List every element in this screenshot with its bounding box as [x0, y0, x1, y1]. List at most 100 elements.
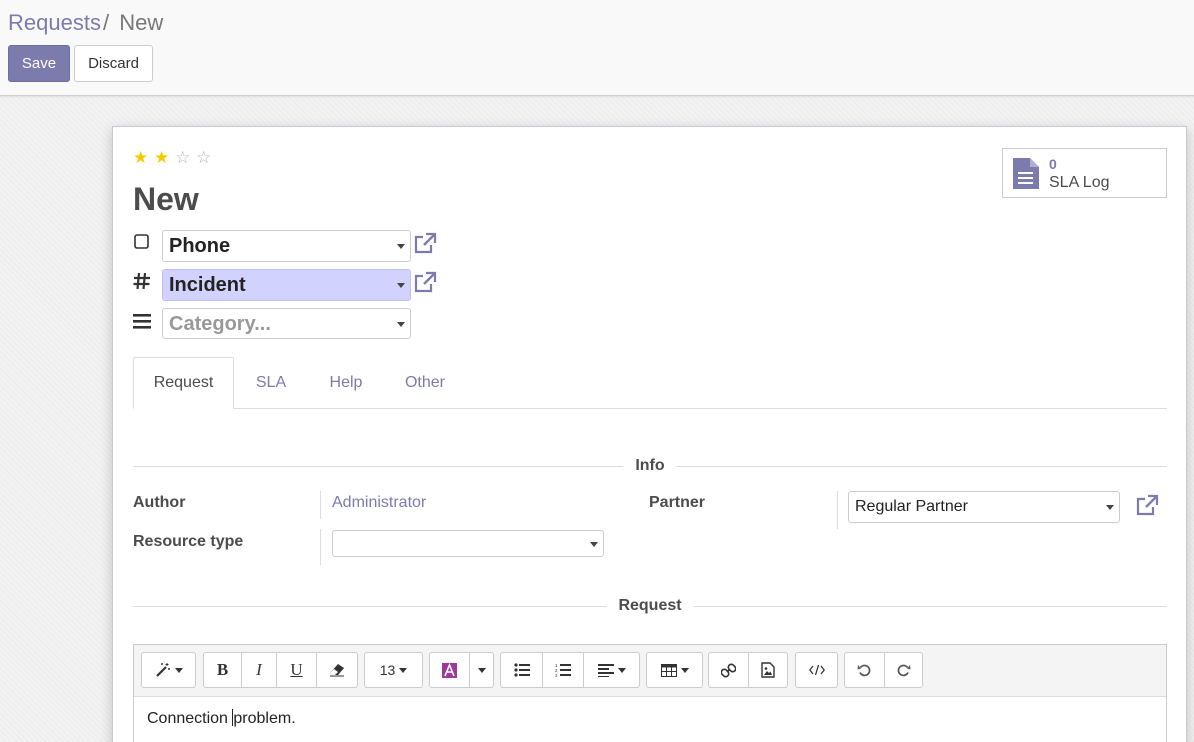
type-value: Incident — [169, 274, 246, 296]
hash-icon — [133, 272, 150, 290]
discard-button[interactable]: Discard — [74, 45, 153, 82]
magic-wand-icon — [155, 663, 170, 677]
form-sheet: ★ ★ ☆ ☆ 0 SLA Log New Phone Incident Cat… — [112, 126, 1187, 742]
font-color-icon — [442, 662, 457, 678]
style-dropdown-button[interactable] — [141, 652, 196, 688]
star-3-icon[interactable]: ☆ — [175, 149, 196, 167]
star-4-icon[interactable]: ☆ — [196, 149, 217, 167]
type-select[interactable]: Incident — [162, 269, 411, 301]
table-dropdown-button[interactable] — [646, 652, 703, 688]
divider — [837, 491, 838, 529]
star-2-icon[interactable]: ★ — [154, 149, 175, 167]
code-view-button[interactable] — [795, 652, 838, 688]
request-editor: B I U 13 1 2 3 Connection problem. — [133, 644, 1167, 742]
channel-select[interactable]: Phone — [162, 230, 411, 262]
request-section-title: Request — [606, 596, 694, 616]
eraser-icon — [330, 664, 344, 677]
table-group — [646, 652, 703, 688]
record-title: New — [133, 181, 199, 217]
sla-log-count: 0 — [1049, 156, 1057, 172]
chevron-down-icon — [477, 667, 486, 673]
code-icon — [808, 664, 825, 676]
editor-toolbar: B I U 13 1 2 3 — [134, 645, 1166, 697]
chevron-down-icon — [174, 667, 183, 673]
info-section-title: Info — [623, 456, 677, 476]
breadcrumb-separator: / — [102, 10, 110, 35]
priority-stars: ★ ★ ☆ ☆ — [133, 149, 217, 167]
category-placeholder: Category... — [169, 313, 271, 335]
chevron-down-icon — [397, 283, 405, 288]
editor-content[interactable]: Connection problem. — [147, 709, 296, 728]
square-icon — [134, 234, 149, 249]
chevron-down-icon — [1106, 505, 1114, 510]
undo-button[interactable] — [844, 652, 885, 688]
star-1-icon[interactable]: ★ — [133, 149, 154, 167]
undo-icon — [857, 664, 871, 676]
unordered-list-button[interactable] — [500, 652, 543, 688]
divider — [320, 529, 321, 565]
chevron-down-icon — [617, 667, 626, 673]
chevron-down-icon — [397, 321, 405, 327]
font-size-group: 13 — [364, 652, 423, 688]
font-color-dropdown[interactable] — [469, 652, 494, 688]
external-link-icon[interactable] — [1135, 494, 1159, 518]
request-separator: Request — [133, 596, 1167, 616]
partner-value: Regular Partner — [855, 498, 968, 515]
resource-type-select[interactable] — [332, 530, 604, 557]
tab-request[interactable]: Request — [133, 357, 234, 409]
style-group — [141, 652, 196, 688]
breadcrumb: Requests/ New — [8, 10, 163, 36]
image-button[interactable] — [748, 652, 788, 688]
image-file-icon — [761, 662, 775, 678]
bold-button[interactable]: B — [203, 652, 242, 688]
link-icon — [721, 662, 736, 678]
channel-value: Phone — [169, 235, 231, 257]
history-group — [844, 652, 923, 688]
font-size-value: 13 — [379, 662, 396, 678]
divider — [320, 491, 321, 519]
eraser-button[interactable] — [316, 652, 358, 688]
tab-sla[interactable]: SLA — [241, 357, 301, 408]
breadcrumb-requests-link[interactable]: Requests — [8, 10, 101, 35]
ordered-list-button[interactable]: 1 2 3 — [542, 652, 584, 688]
external-link-icon[interactable] — [413, 232, 437, 256]
resource-type-label: Resource type — [133, 533, 244, 550]
code-group — [795, 652, 838, 688]
bullet-list-icon — [513, 663, 530, 677]
category-select[interactable]: Category... — [162, 308, 411, 339]
redo-button[interactable] — [884, 652, 923, 688]
chevron-down-icon — [399, 667, 408, 673]
paragraph-group: 1 2 3 — [500, 652, 640, 688]
tab-help[interactable]: Help — [313, 357, 379, 408]
sla-log-button[interactable]: 0 SLA Log — [1002, 148, 1167, 198]
chevron-down-icon — [590, 541, 598, 547]
save-button[interactable]: Save — [8, 45, 70, 82]
table-icon — [660, 663, 677, 677]
italic-button[interactable]: I — [241, 652, 277, 688]
chevron-down-icon — [680, 667, 689, 673]
control-panel: Requests/ New Save Discard — [0, 0, 1194, 96]
tab-other[interactable]: Other — [395, 357, 455, 408]
author-link[interactable]: Administrator — [332, 494, 426, 512]
font-color-button[interactable] — [429, 652, 470, 688]
partner-label: Partner — [649, 494, 706, 511]
align-dropdown-button[interactable] — [583, 652, 640, 688]
color-group — [429, 652, 494, 688]
breadcrumb-current: New — [119, 10, 164, 35]
svg-text:3: 3 — [555, 673, 558, 677]
align-left-icon — [597, 663, 614, 677]
editor-text-after-cursor: problem. — [233, 710, 296, 727]
external-link-icon[interactable] — [413, 271, 437, 295]
format-group: B I U — [203, 652, 358, 688]
font-size-dropdown[interactable]: 13 — [364, 652, 423, 688]
partner-select[interactable]: Regular Partner — [848, 491, 1120, 523]
notebook-tabs: Request SLA Help Other — [133, 357, 1167, 409]
chevron-down-icon — [397, 244, 405, 249]
info-separator: Info — [133, 456, 1167, 476]
editor-text-before-cursor: Connection — [147, 710, 233, 727]
link-button[interactable] — [708, 652, 749, 688]
author-label: Author — [133, 494, 186, 511]
underline-button[interactable]: U — [276, 652, 317, 688]
numbered-list-icon: 1 2 3 — [555, 663, 571, 677]
document-icon — [1013, 158, 1039, 189]
